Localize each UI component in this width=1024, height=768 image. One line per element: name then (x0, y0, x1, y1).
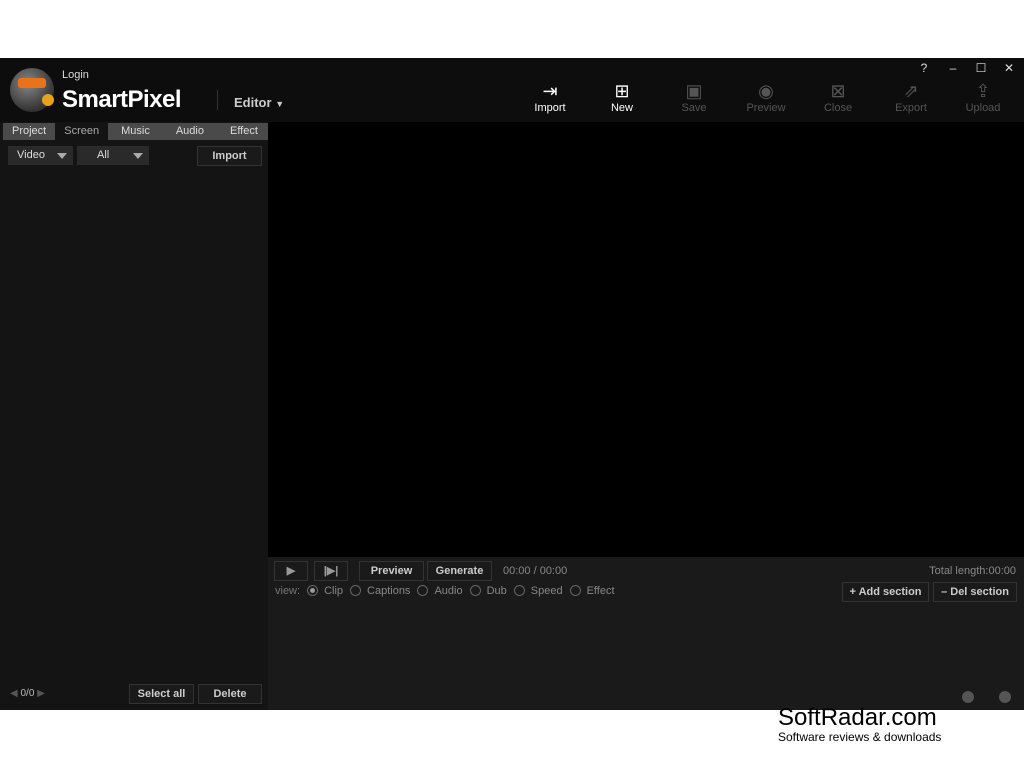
tab-music[interactable]: Music (108, 123, 163, 140)
export-button[interactable]: ⇗ Export (881, 80, 941, 114)
next-page-icon[interactable]: ▶ (37, 688, 45, 699)
watermark-title: SoftRadar.com (778, 704, 937, 731)
watermark-subtitle: Software reviews & downloads (778, 730, 942, 744)
app-window: Login SmartPixel Editor ▼ ⇥ Import ⊞ New ▣… (0, 58, 1024, 710)
del-section-button[interactable]: – Del section (933, 582, 1017, 602)
view-speed-label[interactable]: Speed (531, 585, 563, 597)
header: Login SmartPixel Editor ▼ ⇥ Import ⊞ New ▣… (0, 58, 1024, 122)
plus-icon: + (849, 586, 856, 598)
prev-page-icon[interactable]: ◀ (10, 688, 18, 699)
save-icon: ▣ (685, 81, 703, 101)
time-display: 00:00 / 00:00 (503, 565, 568, 577)
step-forward-icon: |▶| (323, 565, 339, 577)
close-label: Close (823, 102, 853, 114)
preview-label: Preview (746, 102, 786, 114)
view-clip-label[interactable]: Clip (324, 585, 343, 597)
step-forward-button[interactable]: |▶| (314, 561, 348, 581)
radio-captions[interactable] (350, 585, 362, 596)
tab-effect[interactable]: Effect (216, 123, 271, 140)
radio-clip[interactable] (307, 585, 319, 596)
pager: ◀ 0/0 ▶ (10, 688, 45, 699)
new-label: New (610, 102, 633, 114)
eye-icon: ◉ (758, 81, 774, 101)
timeline-panel: ▶ |▶| Preview Generate 00:00 / 00:00 Tot… (268, 557, 1024, 710)
filter-select-value: All (97, 149, 110, 161)
radio-effect[interactable] (569, 585, 581, 596)
filter-select[interactable]: All (77, 146, 149, 165)
help-button[interactable]: ? (914, 61, 934, 75)
media-panel: Project Screen Music Audio Effect Video … (0, 122, 271, 710)
page-indicator: 0/0 (20, 688, 35, 699)
tab-screen[interactable]: Screen (55, 123, 109, 140)
add-section-button[interactable]: + Add section (842, 582, 929, 602)
total-length: Total length:00:00 (929, 565, 1016, 577)
tab-audio[interactable]: Audio (162, 123, 217, 140)
divider (217, 90, 218, 110)
select-all-button[interactable]: Select all (129, 684, 194, 704)
view-options: view: Clip Captions Audio Dub Speed Effect (275, 585, 615, 597)
close-file-icon: ⊠ (830, 81, 846, 101)
timeline-preview-button[interactable]: Preview (359, 561, 424, 581)
softradar-watermark: SoftRadar.com Software reviews & downloa… (778, 704, 941, 744)
view-dub-label[interactable]: Dub (487, 585, 507, 597)
mode-label: Editor (234, 95, 272, 110)
view-effect-label[interactable]: Effect (587, 585, 615, 597)
import-icon: ⇥ (542, 81, 558, 101)
brand-name: SmartPixel (62, 86, 182, 113)
radio-dub[interactable] (469, 585, 481, 596)
smartpixel-logo-icon (10, 68, 54, 112)
maximize-button[interactable]: ☐ (971, 61, 991, 75)
mode-dropdown[interactable]: Editor ▼ (234, 95, 284, 110)
new-button[interactable]: ⊞ New (592, 80, 652, 114)
minus-icon: – (941, 586, 948, 598)
zoom-out-icon[interactable] (962, 691, 974, 703)
new-file-icon: ⊞ (614, 81, 630, 101)
upload-icon: ⇪ (975, 81, 991, 101)
play-button[interactable]: ▶ (274, 561, 308, 581)
play-icon: ▶ (286, 565, 296, 577)
upload-label: Upload (965, 102, 1001, 114)
chevron-down-icon (133, 153, 143, 159)
type-select[interactable]: Video (8, 146, 73, 165)
minimize-button[interactable]: – (943, 61, 963, 75)
save-button[interactable]: ▣ Save (664, 80, 724, 114)
close-button[interactable]: ⊠ Close (808, 80, 868, 114)
export-label: Export (895, 102, 927, 114)
add-section-label: Add section (858, 586, 922, 598)
tab-project[interactable]: Project (3, 123, 56, 140)
zoom-in-icon[interactable] (999, 691, 1011, 703)
preview-button[interactable]: ◉ Preview (736, 80, 796, 114)
del-section-label: Del section (950, 586, 1009, 598)
video-preview-area (268, 122, 1024, 557)
generate-button[interactable]: Generate (427, 561, 492, 581)
import-media-button[interactable]: Import (197, 146, 262, 166)
upload-button[interactable]: ⇪ Upload (953, 80, 1013, 114)
close-window-button[interactable]: ✕ (999, 61, 1019, 75)
radio-speed[interactable] (513, 585, 525, 596)
export-icon: ⇗ (903, 81, 919, 101)
view-audio-label[interactable]: Audio (434, 585, 462, 597)
type-select-value: Video (17, 149, 45, 161)
login-link[interactable]: Login (62, 69, 89, 81)
import-label: Import (534, 102, 566, 114)
save-label: Save (681, 102, 707, 114)
view-captions-label[interactable]: Captions (367, 585, 410, 597)
delete-button[interactable]: Delete (198, 684, 262, 704)
chevron-down-icon: ▼ (275, 99, 285, 109)
import-button[interactable]: ⇥ Import (520, 80, 580, 114)
view-label: view: (275, 585, 301, 597)
chevron-down-icon (57, 153, 67, 159)
radio-audio[interactable] (417, 585, 429, 596)
